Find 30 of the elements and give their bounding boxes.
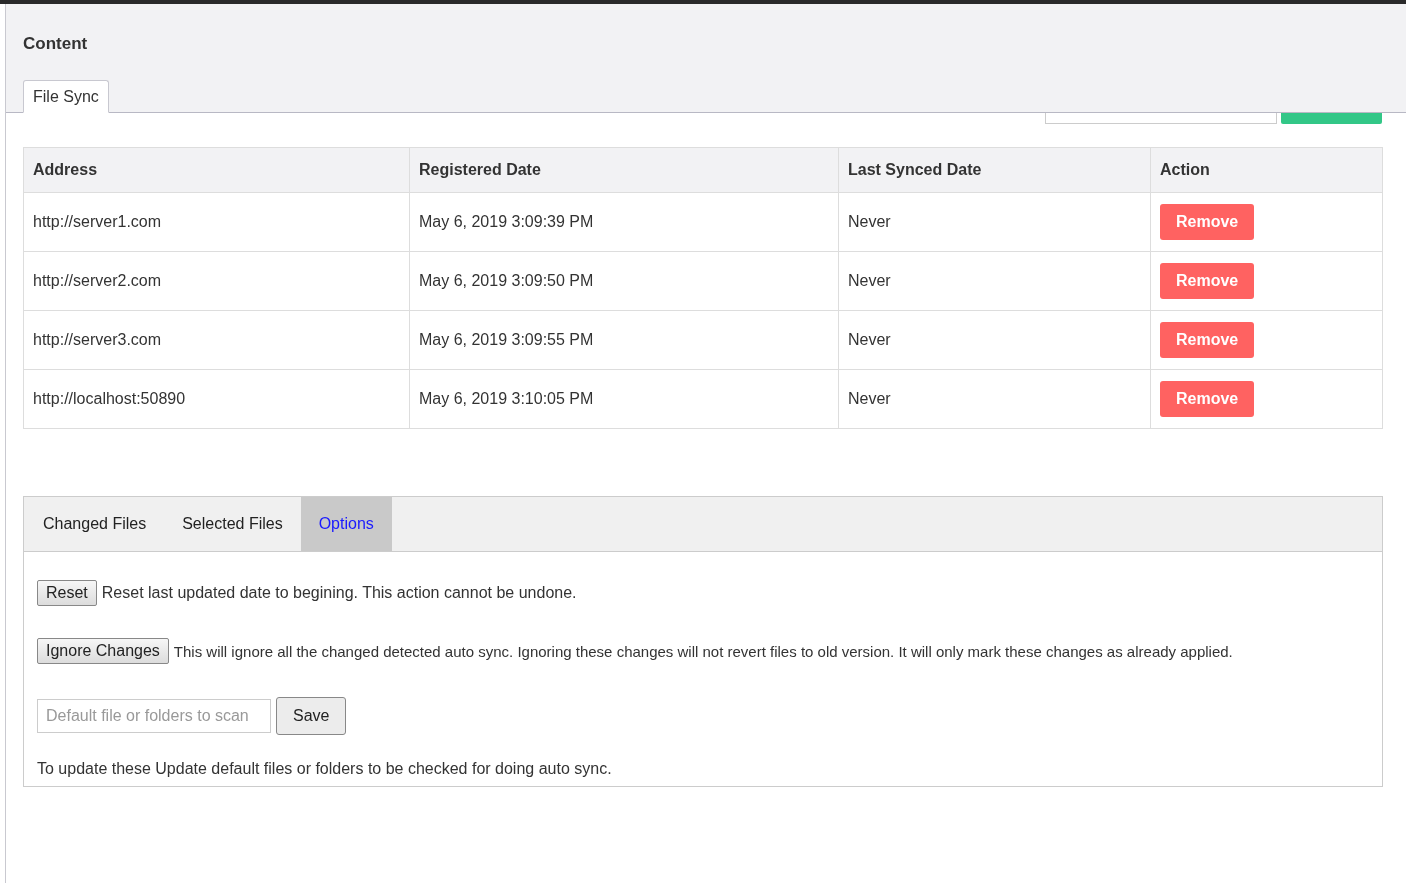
table-cell: http://server1.com	[23, 192, 410, 252]
column-header: Registered Date	[409, 147, 839, 193]
table-cell: Never	[838, 310, 1151, 370]
tab[interactable]: Selected Files	[164, 497, 301, 551]
table-cell: http://server3.com	[23, 310, 410, 370]
input-field[interactable]	[1045, 113, 1277, 124]
column-header: Last Synced Date	[838, 147, 1151, 193]
input-field[interactable]: Default file or folders to scan	[37, 699, 271, 733]
help-text: To update these Update default files or folders to be checked for doing auto sync.	[37, 760, 613, 778]
tab[interactable]: File Sync	[23, 80, 109, 113]
table-cell: http://server2.com	[23, 251, 410, 311]
column-header: Address	[23, 147, 410, 193]
page-title: Content	[23, 34, 89, 54]
table-cell: May 6, 2019 3:09:55 PM	[409, 310, 839, 370]
table-cell: Never	[838, 369, 1151, 429]
column-header: Action	[1150, 147, 1383, 193]
table-cell: Never	[838, 192, 1151, 252]
table-cell: May 6, 2019 3:09:39 PM	[409, 192, 839, 252]
description-text: Reset last updated date to begining. This action cannot be undone.	[101, 584, 577, 602]
table-cell: May 6, 2019 3:09:50 PM	[409, 251, 839, 311]
tab[interactable]: Options	[300, 497, 392, 551]
button[interactable]	[1281, 113, 1382, 124]
table-cell: May 6, 2019 3:10:05 PM	[409, 369, 839, 429]
save-button[interactable]: Save	[276, 697, 347, 735]
reset-button[interactable]: Reset	[37, 580, 97, 606]
tab[interactable]: Changed Files	[25, 497, 165, 551]
table-cell: http://localhost:50890	[23, 369, 410, 429]
table-cell: Never	[838, 251, 1151, 311]
description-text: This will ignore all the changed detected auto sync. Ignoring these changes will not revert files to old version. It will only mark these changes as already applied.	[173, 642, 1233, 660]
ignore-changes-button[interactable]: Ignore Changes	[37, 638, 169, 664]
